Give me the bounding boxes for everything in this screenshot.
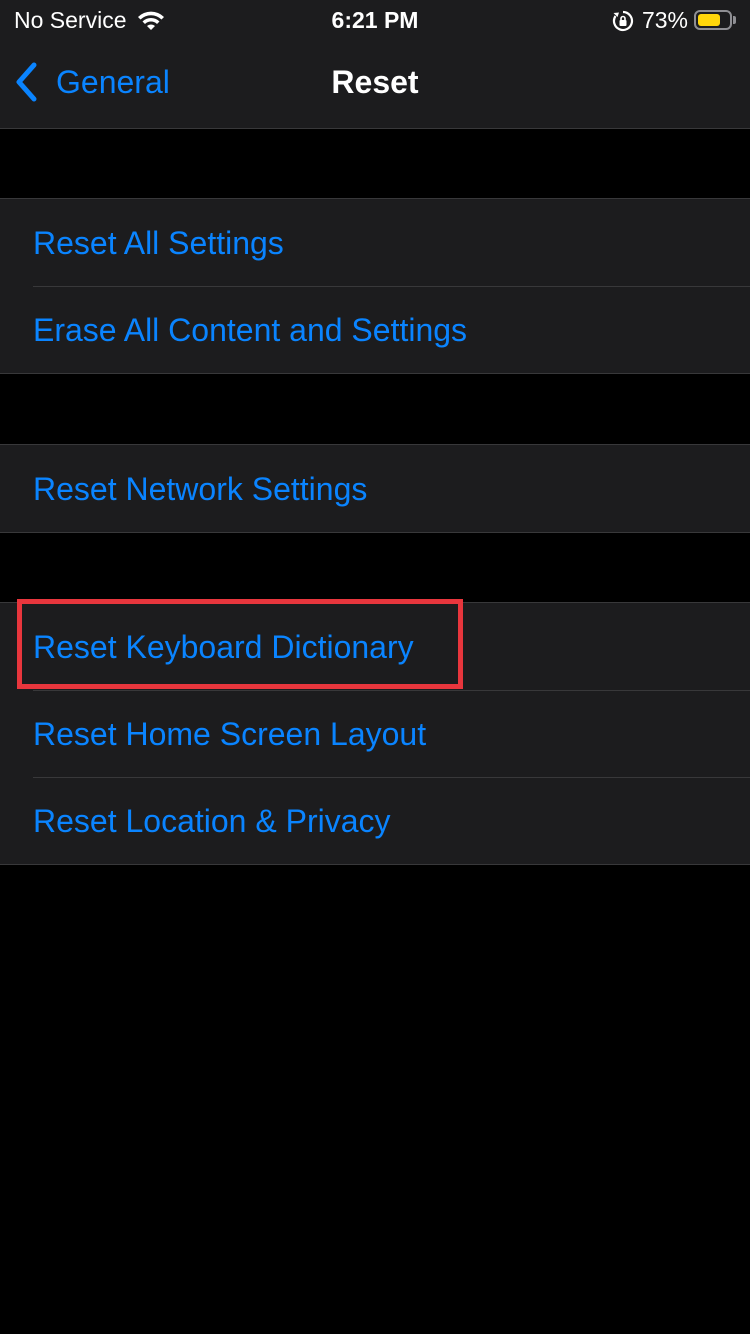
cell-label: Reset Keyboard Dictionary bbox=[33, 629, 414, 665]
reset-network-settings-cell[interactable]: Reset Network Settings bbox=[0, 445, 750, 532]
reset-group-1: Reset All Settings Erase All Content and… bbox=[0, 198, 750, 374]
navigation-bar: General Reset bbox=[0, 40, 750, 129]
battery-percent: 73% bbox=[641, 7, 688, 33]
reset-keyboard-dictionary-cell[interactable]: Reset Keyboard Dictionary bbox=[0, 599, 750, 690]
cell-label: Reset Network Settings bbox=[33, 471, 368, 507]
reset-home-screen-layout-cell[interactable]: Reset Home Screen Layout bbox=[0, 690, 750, 777]
reset-all-settings-cell[interactable]: Reset All Settings bbox=[0, 199, 750, 286]
reset-location-privacy-cell[interactable]: Reset Location & Privacy bbox=[0, 777, 750, 864]
cell-label: Erase All Content and Settings bbox=[33, 312, 468, 348]
reset-group-2: Reset Network Settings bbox=[0, 444, 750, 533]
battery-icon bbox=[694, 9, 738, 32]
cell-label: Reset Home Screen Layout bbox=[33, 716, 427, 752]
cell-label: Reset All Settings bbox=[33, 225, 284, 261]
page-title: Reset bbox=[331, 64, 419, 100]
status-right: 73% bbox=[612, 7, 738, 34]
cell-label: Reset Location & Privacy bbox=[33, 803, 391, 839]
status-bar: No Service 6:21 PM 73% bbox=[0, 0, 750, 40]
orientation-lock-icon bbox=[612, 10, 634, 31]
reset-group-3: Reset Keyboard Dictionary Reset Home Scr… bbox=[0, 599, 750, 865]
erase-all-content-cell[interactable]: Erase All Content and Settings bbox=[0, 286, 750, 373]
